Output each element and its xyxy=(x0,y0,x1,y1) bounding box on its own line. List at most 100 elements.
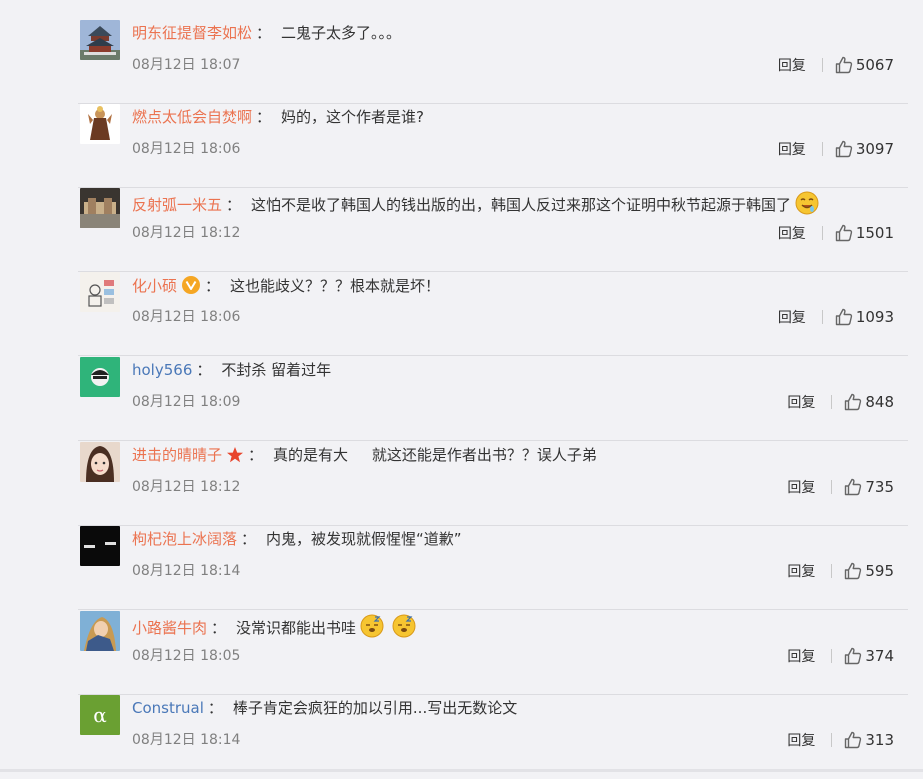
comment-text: 内鬼，被发现就假惺惺“道歉” xyxy=(266,530,462,548)
reply-button[interactable]: 回复 xyxy=(787,646,815,666)
username-link[interactable]: 明东征提督李如松 xyxy=(132,24,252,42)
like-button[interactable]: 1501 xyxy=(835,224,894,242)
comment-line: 燃点太低会自焚啊： 妈的，这个作者是谁? xyxy=(132,107,868,127)
like-count: 3097 xyxy=(855,140,894,158)
timestamp: 08月12日 18:05 xyxy=(132,648,241,664)
colon: ： xyxy=(211,619,227,637)
comment-text: 这怕不是收了韩国人的钱出版的出，韩国人反过来那这个证明中秋节起源于韩国了 xyxy=(251,196,792,214)
colon: ： xyxy=(256,108,272,126)
comment-actions: 回复 595 xyxy=(787,560,894,582)
reply-button[interactable]: 回复 xyxy=(778,55,806,75)
colon: ： xyxy=(256,24,272,42)
comment-text: 这也能歧义？？？根本就是坏！ xyxy=(230,277,441,295)
username-link[interactable]: 反射弧一米五 xyxy=(132,196,222,214)
divider xyxy=(821,310,823,324)
reply-button[interactable]: 回复 xyxy=(787,392,815,412)
comment-item: 进击的晴晴子 ： 真的是有大 就这还能是作者出书？？误人子弟 08月12日 18:1… xyxy=(78,442,908,526)
avatar[interactable] xyxy=(80,526,120,566)
like-count: 5067 xyxy=(855,56,894,74)
timestamp: 08月12日 18:06 xyxy=(132,309,241,325)
username-link[interactable]: 小路酱牛肉 xyxy=(132,619,207,637)
thumbs-up-icon xyxy=(845,478,862,496)
like-button[interactable]: 1093 xyxy=(835,308,894,326)
username-link[interactable]: holy566 xyxy=(132,361,192,379)
divider xyxy=(821,58,823,72)
timestamp: 08月12日 18:07 xyxy=(132,57,241,73)
username-link[interactable]: 枸杞泡上冰阔落 xyxy=(132,530,237,548)
avatar[interactable] xyxy=(80,272,120,312)
comment-list: 明东征提督李如松：二鬼子太多了。。。 08月12日 18:07 回复 5067 … xyxy=(0,0,923,772)
comment-actions: 回复 5067 xyxy=(778,54,894,76)
star-badge-icon xyxy=(226,446,244,469)
avatar[interactable] xyxy=(80,611,120,651)
like-button[interactable]: 848 xyxy=(844,393,894,411)
thumbs-up-icon xyxy=(835,308,852,326)
verified-badge-icon xyxy=(181,275,201,300)
divider xyxy=(821,142,823,156)
emoji-drool-icon xyxy=(795,191,819,220)
username-link[interactable]: 燃点太低会自焚啊 xyxy=(132,108,252,126)
like-button[interactable]: 5067 xyxy=(835,56,894,74)
reply-button[interactable]: 回复 xyxy=(787,561,815,581)
like-button[interactable]: 595 xyxy=(844,562,894,580)
comment-text: 妈的，这个作者是谁? xyxy=(281,108,424,126)
avatar[interactable] xyxy=(80,104,120,144)
comment-item: 小路酱牛肉： 没常识都能出书哇 08月12日 18:05 回复 374 xyxy=(78,611,908,695)
comment-actions: 回复 848 xyxy=(787,391,894,413)
avatar[interactable] xyxy=(80,188,120,228)
username-link[interactable]: 化小硕 xyxy=(132,277,177,295)
colon: ： xyxy=(207,699,223,717)
colon: ： xyxy=(248,446,264,464)
like-button[interactable]: 313 xyxy=(844,731,894,749)
emoji-zzz-icon xyxy=(392,614,416,643)
like-button[interactable]: 735 xyxy=(844,478,894,496)
thumbs-up-icon xyxy=(845,647,862,665)
thumbs-up-icon xyxy=(835,140,852,158)
like-button[interactable]: 374 xyxy=(844,647,894,665)
reply-button[interactable]: 回复 xyxy=(787,477,815,497)
reply-button[interactable]: 回复 xyxy=(778,139,806,159)
like-count: 313 xyxy=(865,731,894,749)
timestamp: 08月12日 18:14 xyxy=(132,732,241,748)
thumbs-up-icon xyxy=(835,56,852,74)
divider xyxy=(831,733,833,747)
avatar[interactable] xyxy=(80,442,120,482)
comment-line: 化小硕 ： 这也能歧义？？？根本就是坏！ xyxy=(132,275,868,300)
username-link[interactable]: 进击的晴晴子 xyxy=(132,446,222,464)
comment-item: 明东征提督李如松： 二鬼子太多了。。。 08月12日 18:07 回复 5067 xyxy=(78,20,908,104)
reply-button[interactable]: 回复 xyxy=(787,730,815,750)
comment-text: 真的是有大 就这还能是作者出书？？误人子弟 xyxy=(273,446,597,464)
reply-button[interactable]: 回复 xyxy=(778,223,806,243)
divider xyxy=(831,649,833,663)
username-link[interactable]: Construal xyxy=(132,699,204,717)
comment-actions: 回复 1093 xyxy=(778,306,894,328)
avatar[interactable] xyxy=(80,20,120,60)
comment-item: 枸杞泡上冰阔落： 内鬼，被发现就假惺惺“道歉” 08月12日 18:14 回复 5… xyxy=(78,526,908,610)
comment-actions: 回复 374 xyxy=(787,645,894,667)
avatar[interactable] xyxy=(80,357,120,397)
comment-item: 反射弧一米五： 这怕不是收了韩国人的钱出版的出，韩国人反过来那这个证明中秋节起源于… xyxy=(78,188,908,272)
timestamp: 08月12日 18:09 xyxy=(132,394,241,410)
comment-text: 棒子肯定会疯狂的加以引用...写出无数论文 xyxy=(232,699,518,717)
comment-line: 枸杞泡上冰阔落： 内鬼，被发现就假惺惺“道歉” xyxy=(132,529,868,549)
comment-line: 反射弧一米五： 这怕不是收了韩国人的钱出版的出，韩国人反过来那这个证明中秋节起源于… xyxy=(132,191,868,220)
svg-text:α: α xyxy=(93,703,107,727)
like-button[interactable]: 3097 xyxy=(835,140,894,158)
colon: ： xyxy=(241,530,257,548)
comment-line: 小路酱牛肉： 没常识都能出书哇 xyxy=(132,614,868,643)
thumbs-up-icon xyxy=(845,562,862,580)
comment-line: 进击的晴晴子 ： 真的是有大 就这还能是作者出书？？误人子弟 xyxy=(132,445,868,469)
reply-button[interactable]: 回复 xyxy=(778,307,806,327)
colon: ： xyxy=(226,196,242,214)
divider xyxy=(821,226,823,240)
comment-item: α Construal： 棒子肯定会疯狂的加以引用...写出无数论文 08月12日… xyxy=(78,695,908,779)
comment-text: 二鬼子太多了。。。 xyxy=(281,24,402,42)
comment-line: holy566： 不封杀 留着过年 xyxy=(132,360,868,380)
comment-item: 燃点太低会自焚啊： 妈的，这个作者是谁? 08月12日 18:06 回复 3097 xyxy=(78,104,908,188)
comment-text: 没常识都能出书哇 xyxy=(236,619,357,637)
thumbs-up-icon xyxy=(845,393,862,411)
comment-actions: 回复 313 xyxy=(787,729,894,751)
avatar[interactable]: α xyxy=(80,695,120,735)
timestamp: 08月12日 18:12 xyxy=(132,479,241,495)
divider xyxy=(831,564,833,578)
